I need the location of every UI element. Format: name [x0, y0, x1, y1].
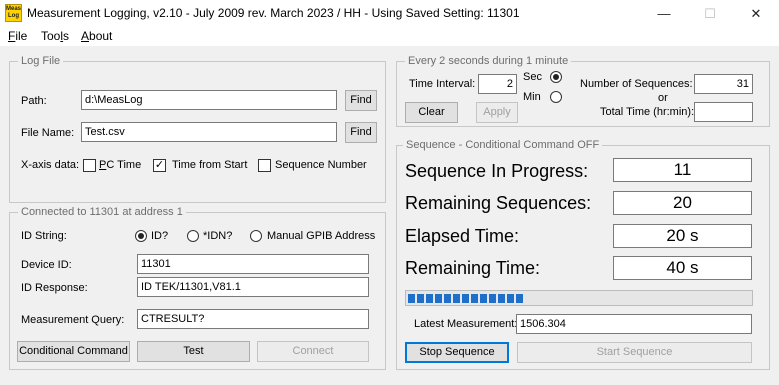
- id-query-radio[interactable]: [135, 230, 147, 242]
- xaxis-label: X-axis data:: [21, 159, 80, 171]
- apply-button[interactable]: Apply: [476, 102, 518, 123]
- path-field[interactable]: d:\MeasLog: [81, 90, 337, 110]
- elapsed-value: 20 s: [613, 224, 752, 248]
- clear-button[interactable]: Clear: [405, 102, 458, 123]
- menu-file[interactable]: File: [4, 28, 31, 45]
- menu-tools[interactable]: Tools: [37, 28, 73, 45]
- progress-segment: [507, 294, 514, 303]
- idn-query-radio[interactable]: [187, 230, 199, 242]
- device-id-field[interactable]: 11301: [137, 254, 369, 274]
- sec-radio[interactable]: [550, 71, 562, 83]
- manual-gpib-radio[interactable]: [250, 230, 262, 242]
- timing-legend: Every 2 seconds during 1 minute: [405, 55, 572, 67]
- remaining-time-label: Remaining Time:: [405, 258, 541, 278]
- progress-segment: [435, 294, 442, 303]
- id-response-label: ID Response:: [21, 282, 88, 294]
- manual-gpib-label: Manual GPIB Address: [267, 230, 376, 242]
- title-bar[interactable]: Meas Log Measurement Logging, v2.10 - Ju…: [0, 0, 779, 27]
- close-icon[interactable]: ✕: [733, 0, 779, 27]
- total-time-label: Total Time (hr:min):: [600, 106, 695, 118]
- interval-field[interactable]: 2: [478, 74, 517, 94]
- id-response-field[interactable]: ID TEK/11301,V81.1: [137, 277, 369, 297]
- idn-query-label: *IDN?: [203, 230, 233, 242]
- remaining-seq-value: 20: [613, 191, 752, 215]
- stop-sequence-button[interactable]: Stop Sequence: [405, 342, 509, 363]
- app-icon: Meas Log: [5, 4, 22, 22]
- remaining-time-value: 40 s: [613, 256, 752, 280]
- in-progress-value: 11: [613, 158, 752, 182]
- progress-segment: [426, 294, 433, 303]
- filename-label: File Name:: [21, 127, 75, 139]
- pc-time-checkbox[interactable]: [83, 159, 96, 172]
- min-radio[interactable]: [550, 91, 562, 103]
- conditional-command-button[interactable]: Conditional Command: [17, 341, 130, 362]
- find-path-button[interactable]: Find: [345, 90, 377, 111]
- connection-legend: Connected to 11301 at address 1: [18, 206, 186, 218]
- device-id-label: Device ID:: [21, 259, 72, 271]
- remaining-seq-label: Remaining Sequences:: [405, 193, 592, 213]
- meas-query-label: Measurement Query:: [21, 314, 125, 326]
- menu-bar: File Tools About: [0, 27, 779, 46]
- or-label: or: [658, 92, 668, 104]
- min-label: Min: [523, 91, 541, 103]
- menu-about[interactable]: About: [77, 28, 116, 45]
- start-sequence-button[interactable]: Start Sequence: [517, 342, 752, 363]
- progress-segment: [444, 294, 451, 303]
- progress-segment: [498, 294, 505, 303]
- progress-segment: [516, 294, 523, 303]
- num-seq-field[interactable]: 31: [694, 74, 753, 94]
- progress-segment: [462, 294, 469, 303]
- elapsed-label: Elapsed Time:: [405, 226, 520, 246]
- time-from-start-checkbox[interactable]: ✓: [153, 159, 166, 172]
- progress-segment: [453, 294, 460, 303]
- meas-query-field[interactable]: CTRESULT?: [137, 309, 369, 329]
- id-query-label: ID?: [151, 230, 169, 242]
- interval-label: Time Interval:: [409, 78, 476, 90]
- latest-value-field[interactable]: 1506.304: [516, 314, 752, 334]
- progress-segment: [417, 294, 424, 303]
- progress-segment: [471, 294, 478, 303]
- total-time-field[interactable]: [694, 102, 753, 122]
- progress-segment: [489, 294, 496, 303]
- num-seq-label: Number of Sequences:: [580, 78, 693, 90]
- sequence-number-label: Sequence Number: [275, 159, 367, 171]
- progress-segment: [480, 294, 487, 303]
- path-label: Path:: [21, 95, 47, 107]
- pc-time-label: PC Time: [99, 159, 142, 171]
- sequence-legend: Sequence - Conditional Command OFF: [403, 139, 603, 151]
- minimize-icon[interactable]: —: [641, 0, 687, 27]
- sequence-number-checkbox[interactable]: [258, 159, 271, 172]
- filename-field[interactable]: Test.csv: [81, 122, 337, 142]
- connect-button[interactable]: Connect: [257, 341, 369, 362]
- sec-label: Sec: [523, 71, 542, 83]
- latest-label: Latest Measurement:: [414, 318, 518, 330]
- window-title: Measurement Logging, v2.10 - July 2009 r…: [27, 6, 520, 20]
- find-filename-button[interactable]: Find: [345, 122, 377, 143]
- id-string-label: ID String:: [21, 230, 67, 242]
- log-file-legend: Log File: [18, 55, 64, 67]
- in-progress-label: Sequence In Progress:: [405, 161, 589, 181]
- test-button[interactable]: Test: [137, 341, 250, 362]
- progress-segment: [408, 294, 415, 303]
- sequence-progress-bar: [405, 290, 753, 306]
- time-from-start-label: Time from Start: [172, 159, 248, 171]
- maximize-icon[interactable]: ☐: [687, 0, 733, 27]
